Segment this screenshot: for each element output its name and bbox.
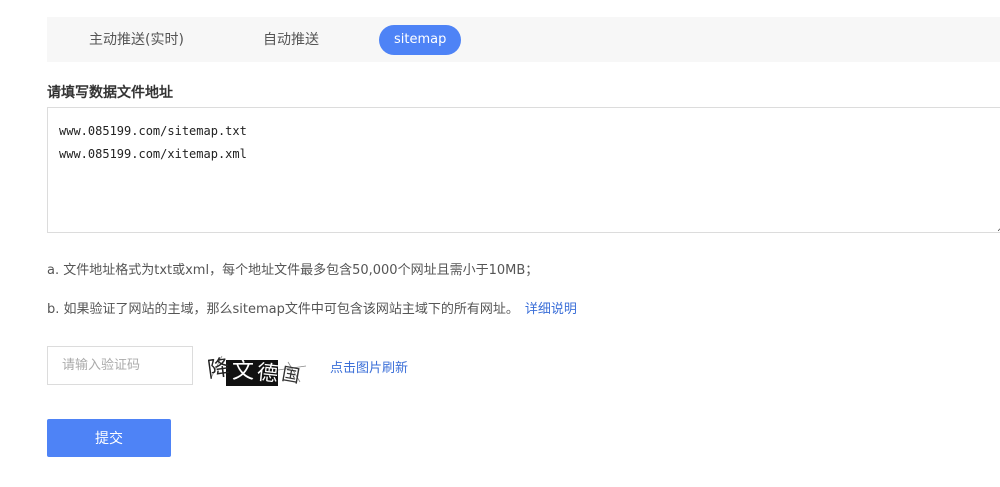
note-domain: b. 如果验证了网站的主域，那么sitemap文件中可包含该网站主域下的所有网址… [47, 298, 577, 317]
note-format: a. 文件地址格式为txt或xml，每个地址文件最多包含50,000个网址且需小… [47, 263, 539, 278]
captcha-char-2: 文 [232, 359, 254, 384]
captcha-char-1: 降 [208, 355, 231, 383]
captcha-image[interactable]: 降 文 德 国 [208, 348, 308, 386]
refresh-captcha-link[interactable]: 点击图片刷新 [330, 357, 408, 376]
note-domain-text: b. 如果验证了网站的主域，那么sitemap文件中可包含该网站主域下的所有网址… [47, 302, 519, 317]
tab-active-push[interactable]: 主动推送(实时) [89, 25, 184, 55]
captcha-char-4: 国 [280, 364, 301, 386]
detail-link[interactable]: 详细说明 [525, 302, 577, 317]
tab-auto-push[interactable]: 自动推送 [263, 25, 319, 55]
section-label: 请填写数据文件地址 [47, 85, 173, 101]
sitemap-urls-textarea[interactable] [47, 107, 1000, 233]
submit-button[interactable]: 提交 [47, 419, 171, 457]
captcha-char-3: 德 [256, 360, 279, 386]
captcha-input[interactable] [47, 346, 193, 385]
tab-bar: 主动推送(实时) 自动推送 sitemap [47, 17, 1000, 62]
tab-sitemap[interactable]: sitemap [379, 25, 462, 55]
